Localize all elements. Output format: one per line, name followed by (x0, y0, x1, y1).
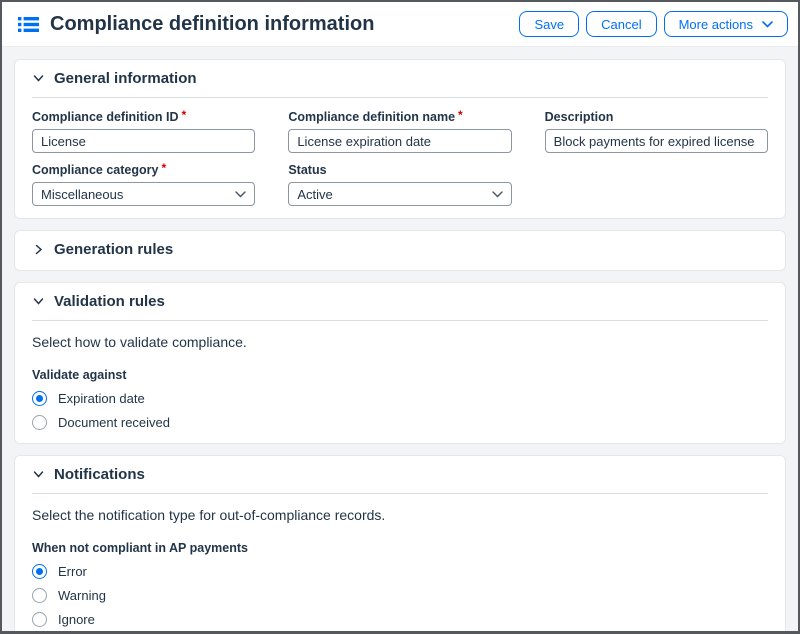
required-indicator: * (161, 162, 166, 174)
radio-option-ignore[interactable]: Ignore (32, 611, 768, 628)
required-indicator: * (458, 109, 463, 121)
more-actions-label: More actions (679, 17, 753, 32)
save-button[interactable]: Save (519, 11, 579, 37)
status-label: Status (288, 163, 326, 178)
section-header-general-information[interactable]: General information (32, 70, 768, 98)
validation-description: Select how to validate compliance. (32, 334, 768, 350)
page-content: General information Compliance definitio… (2, 47, 798, 634)
required-indicator: * (182, 109, 187, 121)
compliance-definition-name-input[interactable] (288, 129, 511, 153)
radio-label: Expiration date (58, 391, 145, 406)
section-title: Validation rules (54, 293, 165, 310)
status-value: Active (297, 187, 332, 202)
compliance-category-label: Compliance category (32, 163, 158, 178)
section-title: General information (54, 70, 197, 87)
field-description: Description (545, 110, 768, 153)
chevron-down-icon (492, 191, 503, 198)
section-general-information: General information Compliance definitio… (14, 59, 786, 219)
section-validation-rules: Validation rules Select how to validate … (14, 282, 786, 444)
field-compliance-category: Compliance category * Miscellaneous (32, 163, 255, 206)
section-generation-rules: Generation rules (14, 230, 786, 271)
app-window: Compliance definition information Save C… (0, 0, 800, 634)
more-actions-button[interactable]: More actions (664, 11, 788, 37)
radio-label: Ignore (58, 612, 95, 627)
radio-label: Error (58, 564, 87, 579)
page-header: Compliance definition information Save C… (2, 2, 798, 47)
page-title: Compliance definition information (50, 13, 519, 36)
radio-option-error[interactable]: Error (32, 563, 768, 580)
compliance-category-value: Miscellaneous (41, 187, 123, 202)
section-title: Notifications (54, 466, 145, 483)
description-label: Description (545, 110, 614, 125)
chevron-right-icon (32, 243, 45, 256)
general-information-form: Compliance definition ID * Compliance de… (32, 110, 768, 206)
radio-label: Warning (58, 588, 106, 603)
field-status: Status Active (288, 163, 511, 206)
description-input[interactable] (545, 129, 768, 153)
notifications-description: Select the notification type for out-of-… (32, 507, 768, 523)
cancel-button[interactable]: Cancel (586, 11, 656, 37)
chevron-down-icon (235, 191, 246, 198)
section-header-validation-rules[interactable]: Validation rules (32, 293, 768, 321)
chevron-down-icon (762, 21, 773, 28)
header-actions: Save Cancel More actions (519, 11, 788, 37)
chevron-down-icon (32, 295, 45, 308)
field-compliance-definition-id: Compliance definition ID * (32, 110, 255, 153)
validate-against-label: Validate against (32, 368, 768, 383)
radio-label: Document received (58, 415, 170, 430)
chevron-down-icon (32, 468, 45, 481)
radio-button[interactable] (32, 588, 47, 603)
field-compliance-definition-name: Compliance definition name * (288, 110, 511, 153)
radio-button[interactable] (32, 564, 47, 579)
section-header-generation-rules[interactable]: Generation rules (32, 241, 768, 258)
radio-button[interactable] (32, 415, 47, 430)
radio-option-expiration-date[interactable]: Expiration date (32, 390, 768, 407)
section-header-notifications[interactable]: Notifications (32, 466, 768, 494)
empty-grid-cell (545, 163, 768, 206)
section-title: Generation rules (54, 241, 173, 258)
compliance-category-select[interactable]: Miscellaneous (32, 182, 255, 206)
chevron-down-icon (32, 72, 45, 85)
radio-option-warning[interactable]: Warning (32, 587, 768, 604)
compliance-definition-id-input[interactable] (32, 129, 255, 153)
radio-option-document-received[interactable]: Document received (32, 414, 768, 431)
ap-payments-group-label: When not compliant in AP payments (32, 541, 768, 556)
list-icon[interactable] (18, 16, 39, 33)
radio-button[interactable] (32, 391, 47, 406)
radio-button[interactable] (32, 612, 47, 627)
section-notifications: Notifications Select the notification ty… (14, 455, 786, 634)
compliance-definition-id-label: Compliance definition ID (32, 110, 179, 125)
compliance-definition-name-label: Compliance definition name (288, 110, 455, 125)
status-select[interactable]: Active (288, 182, 511, 206)
